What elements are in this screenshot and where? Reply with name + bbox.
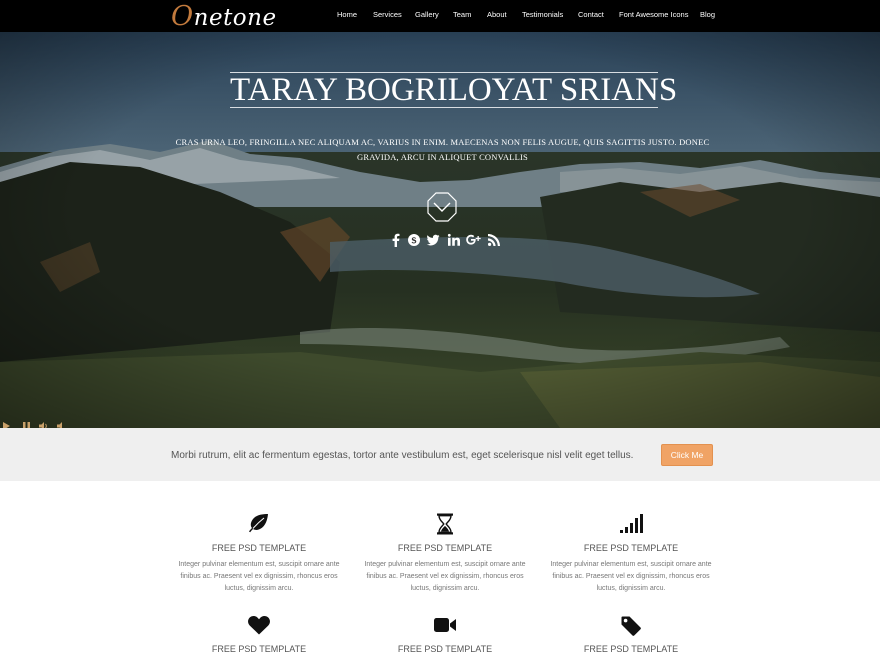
top-navbar: Onetone Home Services Gallery Team About…: [0, 0, 880, 32]
nav-item-services[interactable]: Services: [373, 10, 402, 19]
nav-item-contact[interactable]: Contact: [578, 10, 604, 19]
feature-text: Integer pulvinar elementum est, suscipit…: [178, 561, 340, 592]
nav-item-font-awesome-icons[interactable]: Font Awesome Icons: [619, 10, 688, 19]
site-logo[interactable]: Onetone: [171, 1, 277, 32]
cta-text: Morbi rutrum, elit ac fermentum egestas,…: [171, 450, 634, 461]
feature-text: Integer pulvinar elementum est, suscipit…: [550, 561, 712, 592]
nav-item-team[interactable]: Team: [453, 10, 471, 19]
feature-title: FREE PSD TEMPLATE: [211, 644, 307, 654]
feature-item: FREE PSD TEMPLATE: [174, 615, 344, 654]
feature-title: FREE PSD TEMPLATE: [397, 543, 493, 553]
mute-icon[interactable]: [56, 418, 64, 428]
play-icon[interactable]: [2, 418, 11, 428]
feature-item: FREE PSD TEMPLATE Integer pulvinar eleme…: [546, 513, 716, 592]
skype-icon[interactable]: [407, 233, 421, 247]
click-me-button[interactable]: Click Me: [661, 444, 713, 466]
hourglass-icon: [437, 513, 453, 535]
hero-section: TARAY BOGRILOYAT SRIANS CRAS URNA LEO, F…: [0, 32, 880, 428]
feature-title: FREE PSD TEMPLATE: [397, 644, 493, 654]
hero-title: TARAY BOGRILOYAT SRIANS: [230, 72, 678, 108]
nav-item-about[interactable]: About: [487, 10, 507, 19]
feature-item: FREE PSD TEMPLATE Integer pulvinar eleme…: [360, 513, 530, 592]
heart-icon: [248, 615, 270, 635]
feature-item: FREE PSD TEMPLATE Integer pulvinar eleme…: [174, 513, 344, 592]
nav-item-home[interactable]: Home: [337, 10, 357, 19]
video-camera-icon: [434, 618, 456, 632]
chevron-down-icon: [427, 192, 457, 222]
tag-icon: [621, 616, 641, 636]
feature-text: Integer pulvinar elementum est, suscipit…: [364, 561, 526, 592]
logo-first-letter: O: [171, 1, 194, 32]
facebook-icon[interactable]: [389, 233, 403, 247]
call-to-action-bar: Morbi rutrum, elit ac fermentum egestas,…: [0, 428, 880, 481]
feature-title: FREE PSD TEMPLATE: [211, 543, 307, 553]
nav-item-blog[interactable]: Blog: [700, 10, 715, 19]
scroll-down-button[interactable]: [427, 192, 457, 222]
feature-item: FREE PSD TEMPLATE: [360, 615, 530, 654]
leaf-icon: [249, 514, 268, 533]
feature-item: FREE PSD TEMPLATE: [546, 615, 716, 654]
linkedin-icon[interactable]: [447, 233, 461, 247]
nav-item-gallery[interactable]: Gallery: [415, 10, 439, 19]
logo-rest: netone: [193, 5, 277, 31]
nav-item-testimonials[interactable]: Testimonials: [522, 10, 563, 19]
twitter-icon[interactable]: [426, 233, 440, 247]
hero-subtitle: CRAS URNA LEO, FRINGILLA NEC ALIQUAM AC,…: [175, 137, 710, 162]
signal-icon: [620, 514, 643, 533]
google-plus-icon[interactable]: [466, 233, 481, 247]
volume-icon[interactable]: [38, 418, 49, 428]
rss-icon[interactable]: [487, 233, 501, 247]
feature-title: FREE PSD TEMPLATE: [583, 543, 679, 553]
feature-title: FREE PSD TEMPLATE: [583, 644, 679, 654]
pause-icon[interactable]: [22, 418, 31, 428]
